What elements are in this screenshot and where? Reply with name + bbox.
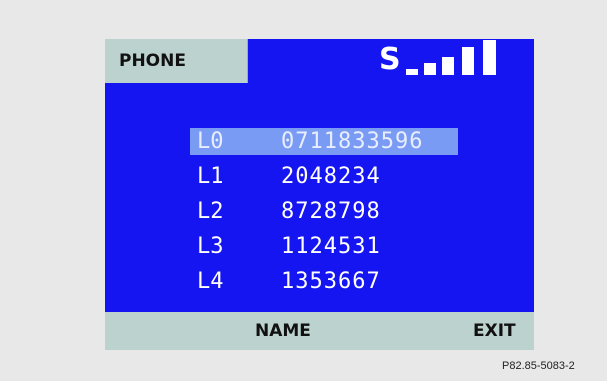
signal-bar-1-icon: [406, 69, 418, 75]
line-id: L4: [197, 269, 224, 294]
list-item-line-2[interactable]: L2 8728798: [190, 198, 458, 225]
display-area: PHONE S L0 0711833596 L1 2048234 L2 8728…: [105, 39, 534, 312]
signal-bar-2-icon: [424, 63, 436, 75]
line-id: L1: [197, 164, 224, 189]
signal-letter: S: [379, 42, 401, 77]
signal-bar-5-icon: [483, 40, 496, 75]
list-item-line-1[interactable]: L1 2048234: [190, 163, 458, 190]
list-item-line-4[interactable]: L4 1353667: [190, 268, 458, 295]
name-softkey-button[interactable]: NAME: [255, 312, 311, 350]
line-number: 0711833596: [281, 129, 424, 154]
list-item-line-0[interactable]: L0 0711833596: [190, 128, 458, 155]
line-number: 8728798: [281, 199, 381, 224]
figure-reference: P82.85-5083-2: [502, 360, 575, 372]
line-list: L0 0711833596 L1 2048234 L2 8728798 L3 1…: [190, 128, 458, 303]
line-number: 1124531: [281, 234, 381, 259]
line-id: L0: [197, 129, 224, 154]
signal-indicator: S: [379, 39, 529, 83]
line-id: L3: [197, 234, 224, 259]
signal-bar-4-icon: [462, 47, 474, 75]
signal-bar-3-icon: [442, 57, 454, 75]
softkey-bar: NAME EXIT: [105, 312, 534, 350]
tab-phone[interactable]: PHONE: [105, 39, 248, 83]
line-number: 1353667: [281, 269, 381, 294]
exit-softkey-button[interactable]: EXIT: [473, 312, 516, 350]
line-number: 2048234: [281, 164, 381, 189]
list-item-line-3[interactable]: L3 1124531: [190, 233, 458, 260]
line-id: L2: [197, 199, 224, 224]
phone-display: PHONE S L0 0711833596 L1 2048234 L2 8728…: [105, 39, 534, 350]
